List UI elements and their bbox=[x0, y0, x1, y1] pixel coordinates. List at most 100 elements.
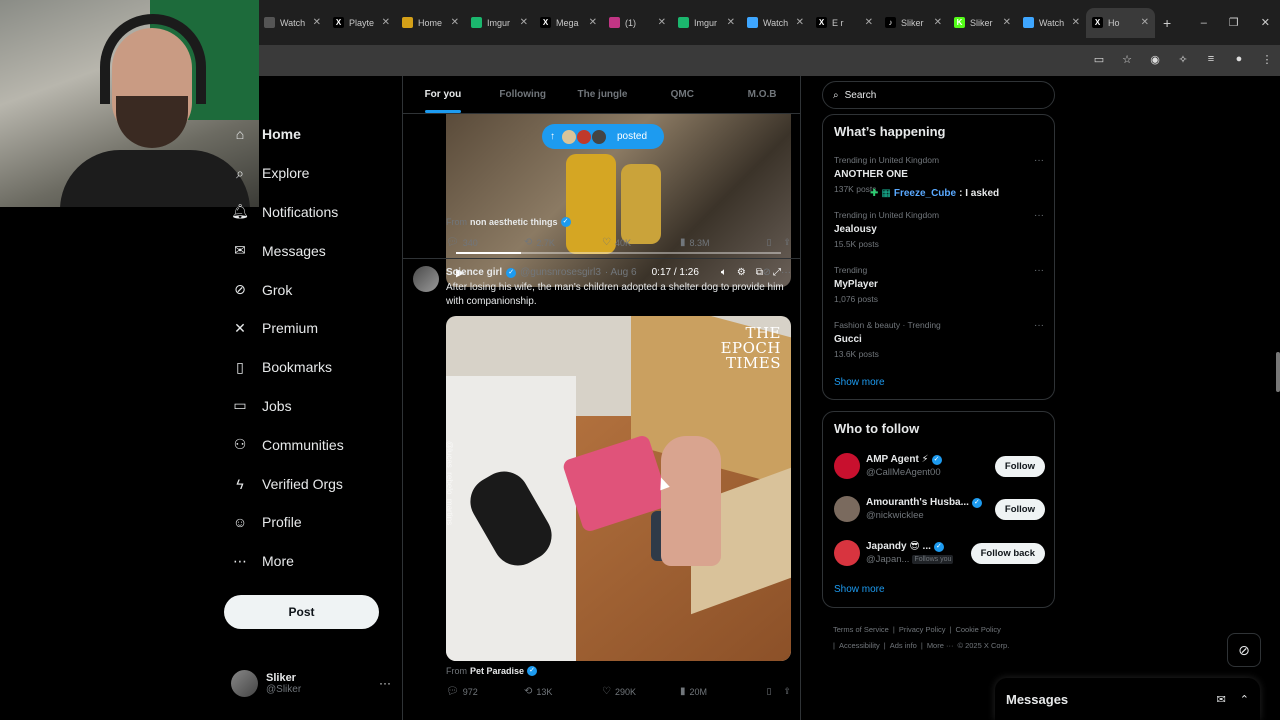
nav-item-communities[interactable]: ⚇ Communities bbox=[224, 425, 399, 464]
feed-tab[interactable]: M.O.B bbox=[722, 76, 800, 113]
more-dots-icon[interactable]: ··· bbox=[1034, 265, 1044, 276]
avatar[interactable] bbox=[834, 453, 860, 479]
footer-link[interactable]: More ··· bbox=[927, 641, 954, 650]
share-icon[interactable]: ⇪ bbox=[783, 686, 791, 697]
grok-explain-icon[interactable]: ⊘ bbox=[763, 267, 771, 278]
reply-button[interactable]: 💬︎ 340 bbox=[446, 237, 524, 248]
suggestion-row[interactable]: Amouranth's Husba... ✓ @nickwicklee Follow bbox=[834, 494, 1045, 524]
browser-tab[interactable]: K Sliker ✕ bbox=[948, 8, 1017, 38]
show-more-link[interactable]: Show more bbox=[834, 377, 885, 388]
avatar[interactable] bbox=[413, 266, 439, 292]
account-switcher[interactable]: Sliker @Sliker ··· bbox=[231, 667, 391, 699]
minimize-icon[interactable]: – bbox=[1201, 17, 1207, 29]
nav-item-premium[interactable]: ✕ Premium bbox=[224, 309, 399, 348]
share-icon[interactable]: ⇪ bbox=[783, 237, 791, 248]
star-icon[interactable]: ☆ bbox=[1120, 52, 1134, 66]
follow-button[interactable]: Follow bbox=[994, 498, 1045, 520]
browser-tab[interactable]: (1) ✕ bbox=[603, 8, 672, 38]
nav-item-more[interactable]: ⋯ More bbox=[224, 542, 399, 581]
author-name[interactable]: Science girl bbox=[446, 267, 502, 278]
reply-button[interactable]: 💬︎ 972 bbox=[446, 686, 524, 697]
browser-tab[interactable]: Imgur ✕ bbox=[465, 8, 534, 38]
browser-tab[interactable]: Watch ✕ bbox=[1017, 8, 1086, 38]
new-posts-pill[interactable]: ↑ posted bbox=[542, 124, 664, 149]
nav-item-messages[interactable]: ✉ Messages bbox=[224, 231, 399, 270]
nav-item-profile[interactable]: ☺ Profile bbox=[224, 503, 399, 542]
trend-item[interactable]: Trending in United Kingdom Jealousy 15.5K … bbox=[834, 210, 1044, 249]
browser-tab[interactable]: X Mega ✕ bbox=[534, 8, 603, 38]
feed-tab[interactable]: Following bbox=[483, 76, 563, 113]
nav-item-jobs[interactable]: ▭ Jobs bbox=[224, 387, 399, 426]
browser-tab[interactable]: X Ho ✕ bbox=[1086, 7, 1155, 38]
browser-tab[interactable]: X Playte ✕ bbox=[327, 8, 396, 38]
chevron-up-icon[interactable]: ⌃ bbox=[1240, 693, 1249, 706]
tab-close-icon[interactable]: ✕ bbox=[382, 17, 390, 28]
feed-tab[interactable]: The jungle bbox=[563, 76, 643, 113]
search-box[interactable]: ⌕ bbox=[822, 81, 1055, 109]
grok-fab-button[interactable]: ⊘ bbox=[1227, 633, 1261, 667]
tab-close-icon[interactable]: ✕ bbox=[520, 17, 528, 28]
puzzle-icon[interactable]: ✧ bbox=[1176, 52, 1190, 66]
more-dots-icon[interactable]: ··· bbox=[1034, 155, 1044, 166]
footer-link[interactable]: © 2025 X Corp. bbox=[957, 641, 1009, 650]
more-dots-icon[interactable]: ··· bbox=[781, 267, 791, 278]
cast-icon[interactable]: ▭ bbox=[1092, 52, 1106, 66]
nav-item-verified-orgs[interactable]: ϟ Verified Orgs bbox=[224, 464, 399, 503]
repost-button[interactable]: ⟲ 2.7K bbox=[524, 237, 602, 248]
bookmark-icon[interactable]: ▯ bbox=[767, 686, 772, 697]
like-button[interactable]: ♡ 40K bbox=[602, 237, 680, 248]
more-dots-icon[interactable]: ··· bbox=[1034, 210, 1044, 221]
tab-close-icon[interactable]: ✕ bbox=[589, 17, 597, 28]
browser-tab[interactable]: X E r ✕ bbox=[810, 8, 879, 38]
new-message-icon[interactable]: ✉ bbox=[1217, 693, 1226, 706]
trend-item[interactable]: Fashion & beauty · Trending Gucci 13.6K po… bbox=[834, 320, 1044, 359]
nav-item-explore[interactable]: ⌕ Explore bbox=[224, 154, 399, 193]
follow-button[interactable]: Follow bbox=[994, 455, 1045, 477]
footer-link[interactable]: Terms of Service bbox=[833, 625, 889, 634]
nav-item-grok[interactable]: ⊘ Grok bbox=[224, 270, 399, 309]
suggestion-name[interactable]: Japandy 😎 ... bbox=[866, 541, 931, 552]
repost-button[interactable]: ⟲ 13K bbox=[524, 686, 602, 697]
show-more-link[interactable]: Show more bbox=[834, 584, 885, 595]
more-dots-icon[interactable]: ··· bbox=[1034, 320, 1044, 331]
footer-link[interactable]: Accessibility bbox=[839, 641, 880, 650]
feed-tab[interactable]: For you bbox=[403, 76, 483, 113]
tab-close-icon[interactable]: ✕ bbox=[658, 17, 666, 28]
avatar[interactable] bbox=[834, 540, 860, 566]
tab-close-icon[interactable]: ✕ bbox=[1072, 17, 1080, 28]
suggestion-row[interactable]: Japandy 😎 ... ✓ @Japan... Follows you Follow… bbox=[834, 538, 1045, 568]
tab-close-icon[interactable]: ✕ bbox=[313, 17, 321, 28]
tab-close-icon[interactable]: ✕ bbox=[727, 17, 735, 28]
browser-tab[interactable]: Home ✕ bbox=[396, 8, 465, 38]
media-icon[interactable]: ≡ bbox=[1204, 52, 1218, 66]
profile-icon[interactable]: ● bbox=[1232, 52, 1246, 66]
browser-tab[interactable]: ♪ Sliker ✕ bbox=[879, 8, 948, 38]
new-tab-button[interactable]: + bbox=[1163, 15, 1171, 31]
nav-item-home[interactable]: ⌂ Home bbox=[224, 115, 399, 154]
author-handle[interactable]: @gunsnrosesgirl3 bbox=[520, 267, 601, 278]
nav-item-notifications[interactable]: 🔔︎ Notifications bbox=[224, 193, 399, 232]
menu-dots-icon[interactable]: ⋮ bbox=[1260, 52, 1274, 66]
post-button[interactable]: Post bbox=[224, 595, 379, 629]
tab-close-icon[interactable]: ✕ bbox=[1141, 17, 1149, 28]
tab-close-icon[interactable]: ✕ bbox=[451, 17, 459, 28]
footer-link[interactable]: Ads info bbox=[890, 641, 917, 650]
source-name[interactable]: non aesthetic things bbox=[470, 217, 558, 227]
browser-tab[interactable]: Imgur ✕ bbox=[672, 8, 741, 38]
like-button[interactable]: ♡ 290K bbox=[602, 686, 680, 697]
search-input[interactable] bbox=[844, 89, 1025, 101]
suggestion-row[interactable]: AMP Agent ⚡ ✓ @CallMeAgent00 Follow bbox=[834, 451, 1045, 481]
follow-button[interactable]: Follow back bbox=[970, 542, 1045, 564]
bookmark-icon[interactable]: ▯ bbox=[767, 237, 772, 248]
avatar[interactable] bbox=[834, 496, 860, 522]
footer-link[interactable]: Privacy Policy bbox=[899, 625, 946, 634]
views-button[interactable]: ▮ 8.3M bbox=[680, 237, 758, 248]
views-button[interactable]: ▮ 20M bbox=[680, 686, 758, 697]
browser-tab[interactable]: Watch ✕ bbox=[741, 8, 810, 38]
nav-item-bookmarks[interactable]: ▯ Bookmarks bbox=[224, 348, 399, 387]
feed-tab[interactable]: QMC bbox=[642, 76, 722, 113]
extension-audio-icon[interactable]: ◉ bbox=[1148, 52, 1162, 66]
tab-close-icon[interactable]: ✕ bbox=[865, 17, 873, 28]
suggestion-name[interactable]: AMP Agent ⚡ bbox=[866, 454, 929, 465]
tab-close-icon[interactable]: ✕ bbox=[934, 17, 942, 28]
